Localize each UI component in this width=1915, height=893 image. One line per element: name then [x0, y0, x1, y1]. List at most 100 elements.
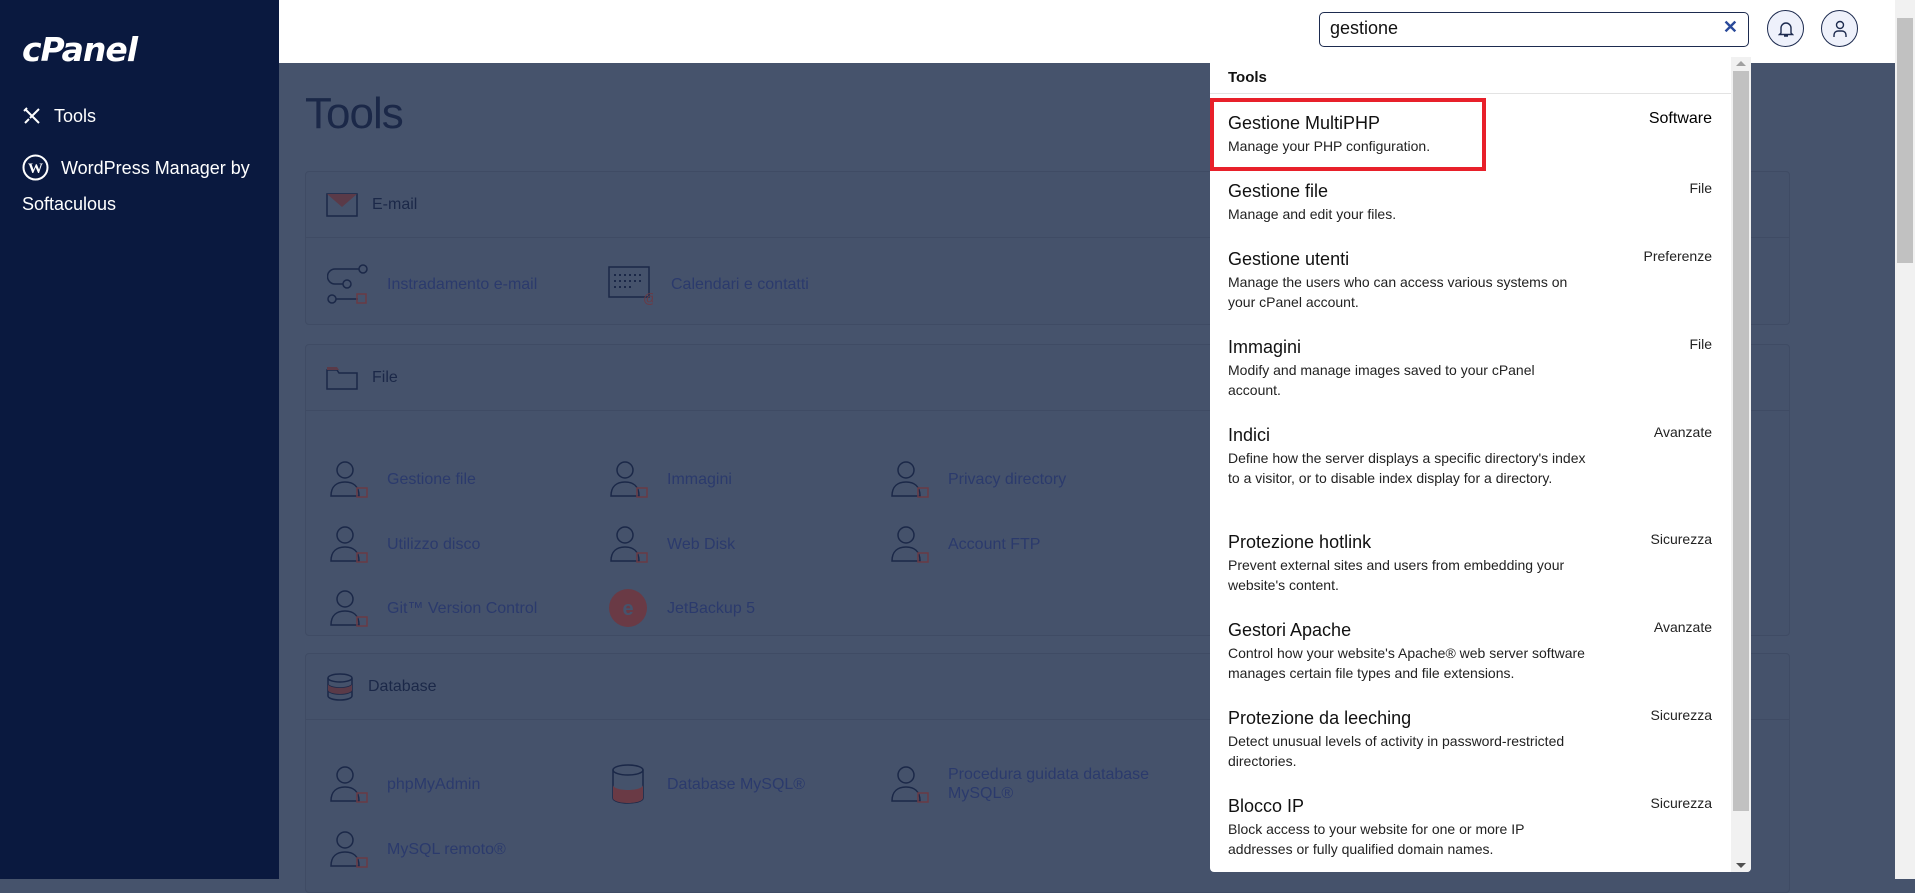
section-title: Database	[368, 677, 437, 695]
tool-item[interactable]: Database MySQL®	[607, 763, 805, 805]
result-title: Protezione da leeching	[1228, 708, 1412, 728]
tool-calendars[interactable]: @ Calendari e contatti	[607, 263, 809, 305]
routing-icon	[327, 264, 368, 304]
tool-email-routing[interactable]: Instradamento e-mail	[327, 263, 537, 305]
search-result-item[interactable]: Gestione utenti Manage the users who can …	[1210, 234, 1730, 312]
result-title: Gestione utenti	[1228, 249, 1350, 269]
tool-label: Web Disk	[667, 535, 736, 553]
tool-item[interactable]: Privacy directory	[888, 458, 1066, 500]
tool-label: MySQL remoto®	[387, 840, 506, 858]
svg-text:@: @	[643, 290, 653, 305]
scroll-up-icon[interactable]	[1736, 61, 1746, 66]
search-result-item[interactable]: Blocco IP Block access to your website fo…	[1210, 781, 1730, 859]
result-description: Detect unusual levels of activity in pas…	[1228, 733, 1565, 769]
scroll-down-icon[interactable]	[1736, 863, 1746, 868]
tool-item[interactable]: MySQL remoto®	[327, 828, 506, 870]
result-category: Avanzate	[1653, 424, 1712, 440]
result-category: Sicurezza	[1650, 795, 1712, 811]
result-title: Gestione file	[1228, 181, 1329, 201]
folder-icon	[326, 366, 358, 390]
result-title: Indici	[1228, 425, 1271, 445]
search-result-item[interactable]: Gestori Apache Control how your website's…	[1210, 605, 1730, 683]
search-result-item[interactable]: Gestione file Manage and edit your files.…	[1210, 166, 1730, 224]
tool-label: Immagini	[667, 470, 732, 488]
result-description: Block access to your website for one or …	[1228, 821, 1525, 857]
email-icon	[326, 192, 358, 217]
disk-usage-icon	[330, 526, 368, 563]
search-result-item[interactable]: Immagini Modify and manage images saved t…	[1210, 322, 1730, 400]
file-manager-icon	[330, 461, 368, 498]
tool-item[interactable]: Gestione file	[327, 458, 476, 500]
tool-label: Account FTP	[948, 535, 1041, 553]
phpmyadmin-icon	[330, 766, 368, 803]
result-title: Gestione MultiPHP	[1228, 113, 1381, 133]
tool-item[interactable]: e JetBackup 5	[607, 587, 755, 629]
results-heading: Tools	[1210, 57, 1751, 94]
database-icon	[327, 672, 353, 701]
tool-label: Privacy directory	[948, 470, 1067, 488]
result-title: Gestori Apache	[1228, 620, 1352, 640]
search-result-item[interactable]: Gestione MultiPHP Manage your PHP configu…	[1210, 98, 1486, 171]
close-icon[interactable]: ✕	[1723, 17, 1738, 38]
sidebar: cPanel Tools W WordPress Manager by Soft…	[0, 0, 279, 879]
dropdown-scrollbar[interactable]	[1731, 57, 1751, 872]
result-title: Protezione hotlink	[1228, 532, 1372, 552]
result-description: Define how the server displays a specifi…	[1228, 450, 1586, 486]
web-disk-icon	[610, 526, 648, 563]
tool-label: Instradamento e-mail	[387, 275, 538, 293]
tool-label: JetBackup 5	[667, 599, 756, 617]
tool-item[interactable]: Web Disk	[607, 523, 735, 565]
result-description: Modify and manage images saved to your c…	[1228, 362, 1535, 398]
search-results-dropdown: Tools Software Gestione MultiPHP Manage yo…	[1210, 57, 1751, 872]
database-wizard-icon	[891, 766, 929, 803]
tool-label: Database MySQL®	[667, 775, 806, 793]
tool-item[interactable]: Account FTP	[888, 523, 1040, 565]
tool-label: Git™ Version Control	[387, 599, 538, 617]
user-icon	[1832, 20, 1847, 37]
result-category: Avanzate	[1653, 619, 1712, 635]
eye-icon	[891, 461, 929, 498]
tool-item[interactable]: Immagini	[607, 458, 732, 500]
tool-item[interactable]: phpMyAdmin	[327, 763, 480, 805]
result-description: Control how your website's Apache® web s…	[1228, 645, 1585, 681]
result-title: Blocco IP	[1228, 796, 1305, 816]
search-field[interactable]: ✕	[1319, 12, 1749, 47]
sidebar-item-wordpress[interactable]: W WordPress Manager by Softaculous	[22, 150, 262, 222]
tool-label: phpMyAdmin	[387, 775, 481, 793]
tool-label: Gestione file	[387, 470, 476, 488]
result-description: Prevent external sites and users from em…	[1228, 557, 1565, 593]
image-icon	[610, 461, 648, 498]
result-category: File	[1689, 336, 1712, 352]
cpanel-logo[interactable]: cPanel	[22, 30, 138, 69]
tool-label: Utilizzo disco	[387, 535, 481, 553]
sidebar-item-label: WordPress Manager by Softaculous	[22, 158, 250, 214]
bell-icon	[1777, 21, 1794, 37]
ftp-icon	[891, 526, 929, 563]
result-category: Sicurezza	[1650, 707, 1712, 723]
remote-mysql-icon	[330, 831, 368, 868]
section-title: File	[372, 368, 398, 386]
scrollbar-thumb[interactable]	[1733, 71, 1749, 811]
search-result-item[interactable]: Protezione hotlink Prevent external sites…	[1210, 517, 1730, 595]
scrollbar-thumb[interactable]	[1897, 18, 1913, 263]
notifications-button[interactable]	[1767, 10, 1804, 47]
user-menu-button[interactable]	[1821, 10, 1858, 47]
svg-text:e: e	[622, 598, 633, 620]
result-description: Manage and edit your files.	[1228, 206, 1397, 222]
page-title: Tools	[305, 89, 404, 138]
tool-item[interactable]: Git™ Version Control	[327, 587, 537, 629]
search-result-item[interactable]: Protezione da leeching Detect unusual lev…	[1210, 693, 1730, 771]
result-description: Manage the users who can access various …	[1228, 274, 1568, 310]
mysql-database-icon	[612, 764, 644, 804]
tool-item[interactable]: Procedura guidata database MySQL®	[888, 763, 1178, 805]
search-input[interactable]	[1330, 18, 1710, 39]
search-result-item[interactable]: Indici Define how the server displays a s…	[1210, 410, 1730, 488]
jetbackup-icon: e	[609, 589, 647, 627]
calendar-icon: @	[608, 266, 653, 305]
section-title: E-mail	[372, 195, 418, 213]
sidebar-item-tools[interactable]: Tools	[22, 98, 96, 134]
result-category: Sicurezza	[1650, 531, 1712, 547]
page-scrollbar[interactable]	[1895, 0, 1915, 879]
sidebar-item-label: Tools	[54, 106, 97, 126]
tool-item[interactable]: Utilizzo disco	[327, 523, 480, 565]
